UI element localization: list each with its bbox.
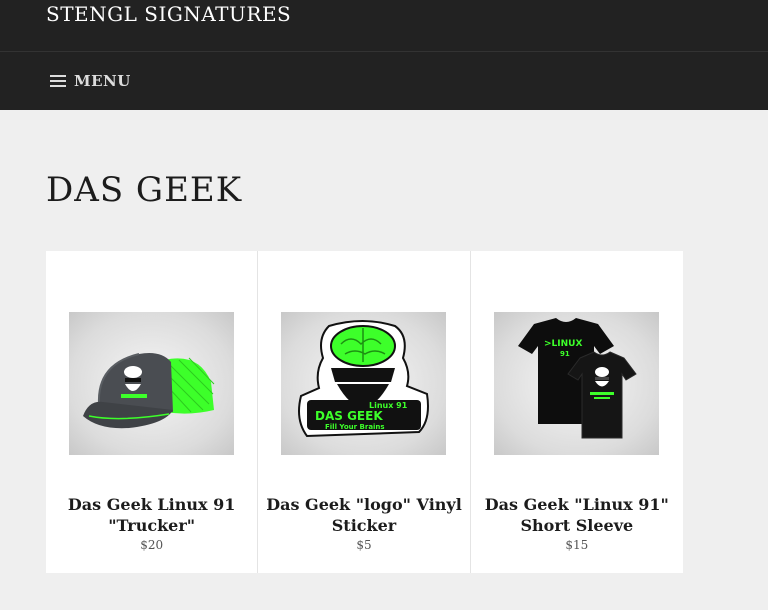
product-grid: Das Geek Linux 91 "Trucker" $20 Linux 91… <box>46 251 683 573</box>
trucker-cap-graphic <box>83 353 215 429</box>
product-price: $20 <box>140 538 164 552</box>
vinyl-sticker-graphic: Linux 91 DAS GEEK Fill Your Brains <box>298 320 430 438</box>
tshirt-image[interactable]: >LINUX 91 <box>493 312 659 455</box>
hamburger-icon <box>50 75 66 87</box>
site-title-link[interactable]: STENGL SIGNATURES <box>46 2 291 26</box>
trucker-cap-image[interactable] <box>69 312 234 455</box>
product-price: $15 <box>565 538 589 552</box>
nav-bar: MENU <box>0 52 768 110</box>
header-top-bar: STENGL SIGNATURES <box>0 0 768 52</box>
product-title[interactable]: Das Geek Linux 91 "Trucker" <box>52 494 251 536</box>
product-card[interactable]: Linux 91 DAS GEEK Fill Your Brains Das G… <box>258 251 471 573</box>
sticker-line3: Fill Your Brains <box>325 423 385 431</box>
shirt-text: >LINUX <box>544 339 582 349</box>
product-title[interactable]: Das Geek "Linux 91" Short Sleeve <box>477 494 677 536</box>
menu-button[interactable]: MENU <box>50 70 131 92</box>
sticker-line2: DAS GEEK <box>315 409 383 423</box>
product-title[interactable]: Das Geek "logo" Vinyl Sticker <box>264 494 463 536</box>
vinyl-sticker-image[interactable]: Linux 91 DAS GEEK Fill Your Brains <box>281 312 447 455</box>
product-price: $5 <box>356 538 372 552</box>
menu-label: MENU <box>74 72 131 90</box>
tshirt-graphic: >LINUX 91 <box>517 318 637 439</box>
collection-title: DAS GEEK <box>46 170 243 210</box>
shirt-number: 91 <box>560 350 570 358</box>
product-card[interactable]: >LINUX 91 Das Geek "Linux 91" Short Slee… <box>471 251 683 573</box>
product-card[interactable]: Das Geek Linux 91 "Trucker" $20 <box>46 251 259 573</box>
